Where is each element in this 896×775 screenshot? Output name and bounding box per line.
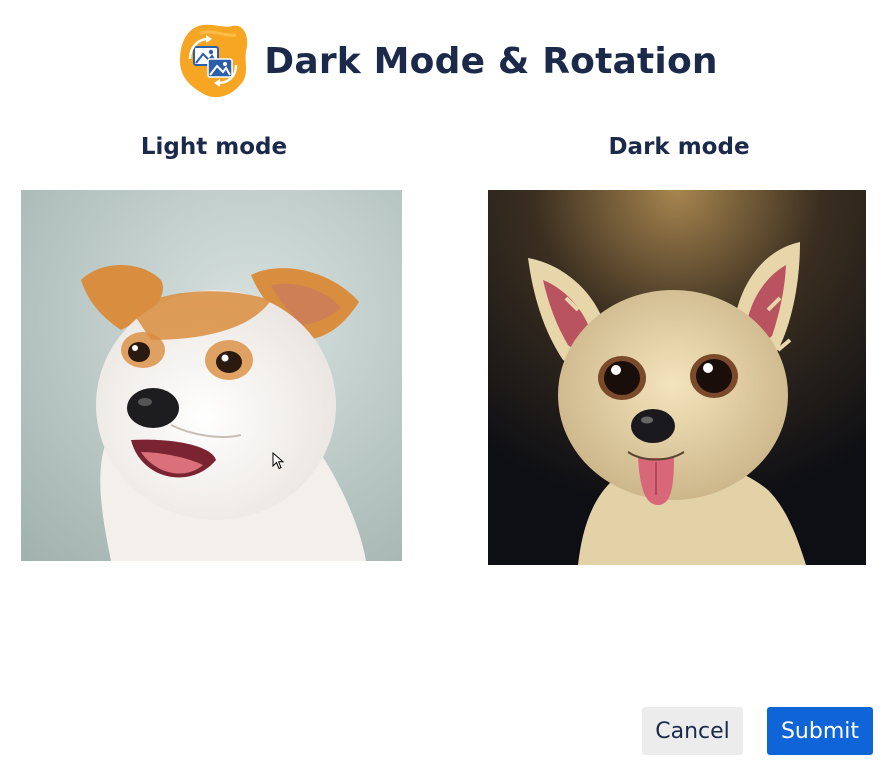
dark-mode-label: Dark mode — [608, 134, 750, 160]
page-title: Dark Mode & Rotation — [264, 40, 718, 82]
dark-mode-image — [488, 190, 866, 565]
rotate-images-icon — [180, 24, 248, 98]
mouse-pointer-icon — [272, 452, 285, 470]
light-mode-label: Light mode — [140, 134, 288, 160]
header: Dark Mode & Rotation — [0, 22, 896, 100]
light-mode-image — [21, 190, 402, 561]
cancel-button[interactable]: Cancel — [642, 707, 743, 755]
page: Dark Mode & Rotation Light mode Dark mod… — [0, 0, 896, 775]
submit-button[interactable]: Submit — [767, 707, 873, 755]
